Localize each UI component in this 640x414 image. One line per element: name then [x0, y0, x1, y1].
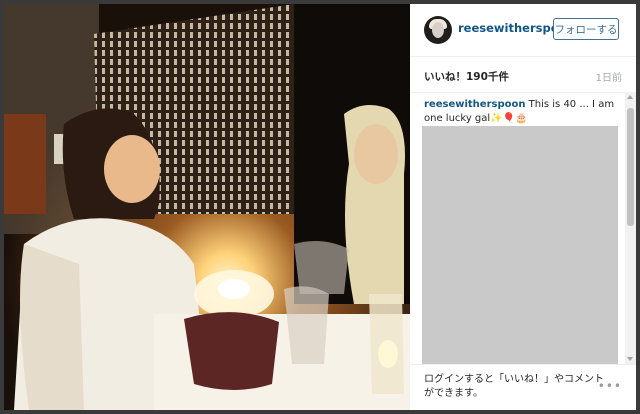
post-header: reesewitherspoo.. フォローする: [410, 4, 636, 57]
post-photo[interactable]: [4, 4, 410, 410]
post-footer: ログインすると「いいね！」やコメントができます。 •••: [410, 364, 636, 411]
login-prompt[interactable]: ログインすると「いいね！」やコメントができます。: [424, 373, 604, 401]
post-sidebar: reesewitherspoo.. フォローする いいね！190千件 1日前 r…: [410, 4, 636, 410]
user-avatar[interactable]: [424, 16, 452, 44]
avatar-face-shape: [432, 22, 444, 38]
scroll-thumb[interactable]: [627, 108, 634, 226]
post-stats: いいね！190千件 1日前: [410, 56, 636, 93]
scroll-down-arrow-icon[interactable]: [627, 357, 633, 361]
post-caption: reesewitherspoon This is 40 ... I am one…: [424, 98, 620, 126]
follow-button[interactable]: フォローする: [553, 18, 619, 40]
more-options-icon[interactable]: •••: [598, 379, 622, 393]
scroll-up-arrow-icon[interactable]: [627, 95, 633, 99]
comments-placeholder: [422, 126, 618, 364]
post-timestamp[interactable]: 1日前: [596, 69, 622, 84]
photo-illustration: [4, 4, 410, 410]
caption-username-link[interactable]: reesewitherspoon: [424, 99, 525, 110]
likes-count[interactable]: いいね！190千件: [424, 69, 509, 84]
comments-scrollbar[interactable]: [625, 92, 636, 364]
instagram-embed: reesewitherspoo.. フォローする いいね！190千件 1日前 r…: [0, 0, 640, 414]
